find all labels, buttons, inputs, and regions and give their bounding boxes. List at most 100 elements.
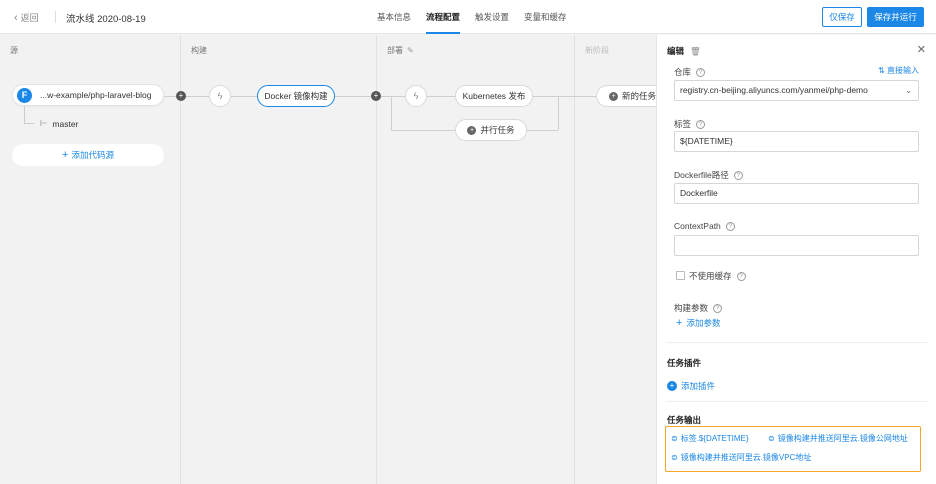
tag-field-label: 标签 ? — [674, 118, 706, 130]
swap-icon: ⇅ — [878, 66, 885, 75]
tab-variables-cache[interactable]: 变量和缓存 — [524, 0, 567, 34]
outputs-title: 任务输出 — [667, 415, 702, 425]
stage-new-label: 新阶段 — [585, 46, 609, 55]
branch-icon: ⊢ — [40, 118, 48, 128]
help-icon[interactable]: ? — [696, 119, 706, 129]
add-plugin-label: 添加插件 — [681, 381, 716, 391]
back-label: 返回 — [20, 13, 39, 23]
dockerfile-label-text: Dockerfile路径 — [674, 170, 729, 180]
source-branch: ⊢ master — [40, 118, 78, 129]
context-field-label: ContextPath ? — [674, 221, 735, 231]
title-divider — [55, 11, 56, 23]
repo-field-label: 仓库 ? — [674, 66, 706, 78]
add-args-label: 添加参数 — [686, 318, 721, 328]
connector-line — [533, 96, 596, 97]
connector-line — [558, 96, 559, 130]
tab-bar: 基本信息 流程配置 触发设置 变量和缓存 — [377, 0, 567, 34]
stage-deploy-label: 部署 — [387, 46, 403, 55]
plugins-title: 任务插件 — [667, 358, 702, 368]
add-parallel-task-button[interactable]: + 并行任务 — [455, 119, 527, 141]
tag-icon: ⊜ — [671, 434, 678, 443]
panel-title: 编辑 — [667, 46, 685, 56]
save-and-run-button[interactable]: 保存并运行 — [867, 7, 924, 27]
output-tag[interactable]: ⊜ 镜像构建并推送阿里云.镜像VPC地址 — [671, 452, 811, 463]
new-task-label: 新的任务 — [622, 91, 656, 101]
output-tag-label: 镜像构建并推送阿里云.镜像VPC地址 — [680, 453, 812, 462]
edit-panel: 编辑 🗑 ✕ 仓库 ? ⇅ 直接输入 registry.cn-beijing.a… — [656, 35, 936, 484]
top-bar: ‹ 返回 流水线 2020-08-19 基本信息 流程配置 触发设置 变量和缓存… — [0, 0, 936, 34]
pipeline-title: 流水线 2020-08-19 — [66, 14, 146, 25]
source-repo-card[interactable]: F ...w-example/php-laravel-blog — [12, 84, 164, 106]
build-args-text: 构建参数 — [674, 303, 709, 313]
dockerfile-input[interactable]: Dockerfile — [674, 183, 919, 204]
add-new-task-button[interactable]: + 新的任务 — [596, 85, 656, 107]
parallel-task-label: 并行任务 — [480, 125, 515, 135]
back-button[interactable]: ‹ 返回 — [14, 11, 39, 24]
add-plugin-button[interactable]: + 添加插件 — [667, 380, 715, 392]
connector-line — [335, 96, 455, 97]
task-outputs-box: ⊜ 标签.${DATETIME} ⊜ 镜像构建并推送阿里云.镜像公网地址 ⊜ 镜… — [665, 426, 921, 472]
help-icon[interactable]: ? — [725, 221, 735, 231]
trash-icon[interactable]: 🗑 — [690, 46, 701, 57]
repo-logo-icon: F — [17, 87, 32, 103]
plus-circle-icon: + — [467, 125, 477, 135]
source-repo-name: ...w-example/php-laravel-blog — [40, 90, 152, 100]
tag-label-text: 标签 — [674, 119, 692, 129]
add-source-label: 添加代码源 — [71, 150, 114, 160]
chevron-down-icon: ⌄ — [905, 86, 912, 95]
tag-input[interactable]: ${DATETIME} — [674, 131, 919, 152]
pencil-icon[interactable]: ✎ — [407, 46, 414, 55]
plus-icon: + — [676, 317, 683, 329]
output-tag-label: 镜像构建并推送阿里云.镜像公网地址 — [777, 434, 908, 443]
tab-trigger-settings[interactable]: 触发设置 — [475, 0, 509, 34]
direct-input-label: 直接输入 — [887, 66, 919, 75]
plus-icon: + — [62, 149, 69, 161]
save-only-button[interactable]: 仅保存 — [822, 7, 862, 27]
tag-icon: ⊜ — [671, 453, 678, 462]
plus-circle-icon: + — [609, 91, 618, 101]
chevron-left-icon: ‹ — [14, 11, 18, 24]
branch-connector — [24, 106, 34, 124]
close-icon[interactable]: ✕ — [917, 43, 926, 56]
connector-line — [391, 130, 455, 131]
task-docker-build[interactable]: Docker 镜像构建 — [257, 85, 335, 107]
connector-line — [391, 96, 392, 130]
repo-value: registry.cn-beijing.aliyuncs.com/yanmei/… — [680, 85, 868, 95]
panel-header: 编辑 🗑 — [667, 45, 701, 57]
repo-label-text: 仓库 — [674, 67, 692, 77]
stage-build-label: 构建 — [191, 46, 207, 55]
tag-icon: ⊜ — [768, 434, 775, 443]
no-cache-text: 不使用缓存 — [689, 271, 732, 281]
add-stage-plus-icon[interactable]: + — [176, 91, 186, 101]
task-kubernetes-deploy[interactable]: Kubernetes 发布 — [455, 85, 533, 107]
plus-circle-icon: + — [667, 381, 677, 391]
dockerfile-field-label: Dockerfile路径 ? — [674, 169, 743, 181]
tab-flow-config[interactable]: 流程配置 — [426, 0, 461, 34]
output-tag[interactable]: ⊜ 标签.${DATETIME} — [671, 433, 749, 444]
stage-source-label: 源 — [10, 46, 18, 55]
section-divider — [667, 342, 927, 343]
tab-basic-info[interactable]: 基本信息 — [377, 0, 411, 34]
add-source-button[interactable]: + 添加代码源 — [12, 144, 164, 166]
context-path-input[interactable] — [674, 235, 919, 256]
connector-line — [527, 130, 558, 131]
context-label-text: ContextPath — [674, 221, 721, 231]
stage-deploy-label-wrap: 部署 ✎ — [387, 45, 414, 56]
build-args-label: 构建参数 ? — [674, 302, 723, 314]
add-stage-plus-icon[interactable]: + — [371, 91, 381, 101]
help-icon[interactable]: ? — [736, 271, 746, 281]
help-icon[interactable]: ? — [733, 170, 743, 180]
trigger-lightning-icon[interactable]: ϟ — [209, 85, 231, 107]
branch-name: master — [52, 118, 79, 129]
output-tag-label: 标签.${DATETIME} — [680, 434, 749, 443]
section-divider — [667, 401, 927, 402]
no-cache-label: 不使用缓存 ? — [689, 270, 746, 282]
help-icon[interactable]: ? — [696, 67, 706, 77]
no-cache-checkbox[interactable] — [676, 271, 685, 280]
add-args-button[interactable]: + 添加参数 — [676, 317, 720, 329]
repo-select[interactable]: registry.cn-beijing.aliyuncs.com/yanmei/… — [674, 80, 919, 101]
help-icon[interactable]: ? — [713, 303, 723, 313]
trigger-lightning-icon[interactable]: ϟ — [405, 85, 427, 107]
output-tag[interactable]: ⊜ 镜像构建并推送阿里云.镜像公网地址 — [768, 433, 908, 444]
direct-input-link[interactable]: ⇅ 直接输入 — [878, 65, 919, 76]
